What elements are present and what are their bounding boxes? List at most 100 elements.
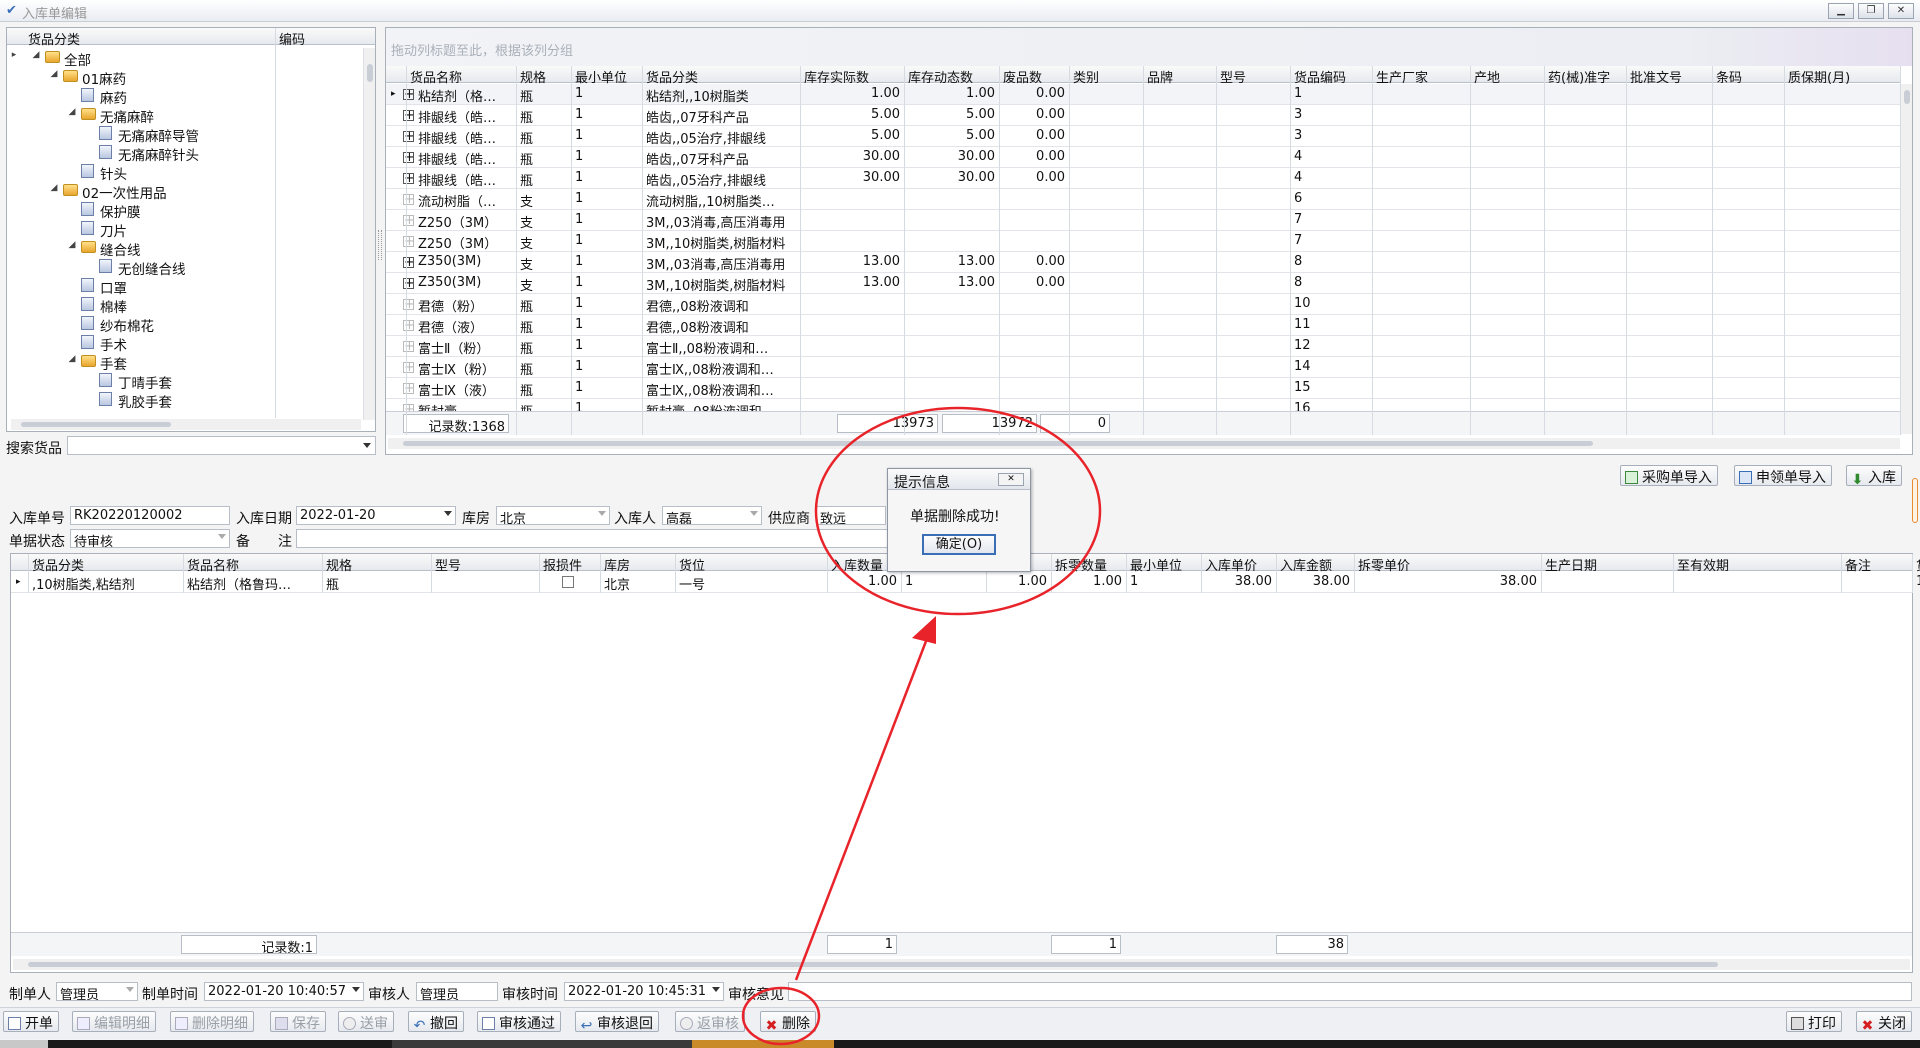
tree-expand-icon[interactable]: ◢ [67,354,77,364]
goods-sum-dynamic: 13972 [942,414,1037,433]
category-icon [81,88,94,102]
audit-opinion-field[interactable] [788,982,1912,1001]
tree-expand-icon[interactable]: ◢ [49,69,59,79]
table-cell: 1 [575,107,584,122]
minimize-button[interactable]: ▁ [1828,3,1854,19]
expand-icon[interactable]: + [403,320,414,331]
order-no-field[interactable]: RK20220120002 [70,506,230,525]
detail-col-header[interactable]: 货品编码 [1916,555,1920,574]
tree-item[interactable]: ◢ 02一次性用品 [7,181,363,202]
auditor-field[interactable]: 管理员 [416,982,498,1001]
status-field[interactable]: 待审核 [70,529,230,548]
maker-field[interactable]: 管理员 [56,982,138,1001]
restore-button[interactable]: ❐ [1858,3,1884,19]
tree-expand-icon[interactable]: ◢ [31,50,41,60]
close-window-button[interactable]: ✕ [1888,3,1914,19]
expand-icon[interactable]: + [403,131,414,142]
table-cell: 支 [520,237,534,252]
delete-detail-button[interactable]: 删除明细 [170,1011,254,1032]
expand-icon[interactable]: + [403,236,414,247]
warehouse-select[interactable]: 北京 [496,506,610,525]
remark-field[interactable] [296,529,888,548]
withdraw-button[interactable]: ↶ 撤回 [408,1011,464,1034]
table-cell: 1 [575,86,584,101]
table-cell: 君德,,08粉液调和 [646,321,749,336]
table-cell: 排龈线（皓… [418,132,497,147]
edit-detail-button[interactable]: 编辑明细 [72,1011,156,1032]
search-dropdown-icon[interactable] [363,443,371,448]
date-field[interactable]: 2022-01-20 [296,506,456,525]
tree-expand-icon[interactable]: ◢ [49,183,59,193]
dialog-close-icon[interactable]: ✕ [998,473,1024,486]
tree-item[interactable]: ◢ 手套 [7,352,363,373]
expand-icon[interactable]: + [403,110,414,121]
approve-button[interactable]: 审核通过 [477,1011,561,1032]
tree-item[interactable]: ◢ 无痛麻醉 [7,105,363,126]
dialog-ok-button[interactable]: 确定(O) [922,534,996,555]
new-order-button[interactable]: 开单 [3,1011,59,1032]
goods-grid-hscroll[interactable] [388,438,1900,449]
expand-icon[interactable]: + [403,194,414,205]
table-cell: 13.00 [862,275,900,290]
tree-item[interactable]: 口罩 [7,276,363,297]
tree-item[interactable]: 麻药 [7,86,363,107]
expand-icon[interactable]: + [403,257,414,268]
expand-icon[interactable]: + [403,362,414,373]
make-time-field[interactable]: 2022-01-20 10:40:57 [204,982,364,1001]
tree-item[interactable]: 乳胶手套 [7,390,363,411]
tree-item[interactable]: 无创缝合线 [7,257,363,278]
tree-item[interactable]: 无痛麻醉针头 [7,143,363,164]
expand-icon[interactable]: + [403,173,414,184]
tree-item[interactable]: ▸ ◢ 全部 [7,48,363,69]
table-cell: 4 [1294,170,1303,185]
group-panel[interactable]: 拖动列标题至此，根据该列分组 [386,28,1912,66]
tree-expand-icon[interactable]: ◢ [67,240,77,250]
expand-icon[interactable]: + [403,278,414,289]
side-splitter[interactable] [1912,478,1918,523]
table-cell: 一号 [679,578,706,593]
tree-expand-icon[interactable]: ◢ [67,107,77,117]
reject-button[interactable]: ↩ 审核退回 [575,1011,659,1033]
table-cell: 富士Ⅸ,,08粉液调和… [646,363,774,378]
tree-item[interactable]: ◢ 缝合线 [7,238,363,259]
expand-icon[interactable]: + [403,152,414,163]
table-row[interactable]: ▸ ,10树脂类,粘结剂 粘结剂（格鲁玛… 瓶北京 一号 1.00 1 1.00 1.00 1 38… [11,572,1920,593]
warehouse-label: 库房 [462,511,490,527]
tree-item[interactable]: 保护膜 [7,200,363,221]
table-cell: 1.00 [966,86,995,101]
expand-icon[interactable]: + [403,215,414,226]
supplier-select[interactable]: 致远 [816,506,886,525]
detail-grid-hscroll[interactable] [13,959,1910,970]
print-button[interactable]: 打印 [1786,1011,1842,1032]
search-input[interactable] [67,436,376,455]
requisition-import-button[interactable]: 申领单导入 [1734,465,1832,486]
goods-grid-vscroll[interactable] [1900,84,1912,434]
table-cell: 38.00 [1312,574,1350,589]
expand-icon[interactable]: + [403,299,414,310]
tree-item[interactable]: 纱布棉花 [7,314,363,335]
table-cell: Z250（3M） [418,216,498,231]
tree-item[interactable]: 丁晴手套 [7,371,363,392]
expand-icon[interactable]: + [403,383,414,394]
reaudit-button[interactable]: 返审核 [675,1011,745,1032]
delete-order-button[interactable]: ✖ 删除 [760,1011,816,1033]
close-button[interactable]: ✖ 关闭 [1856,1011,1912,1033]
save-button[interactable]: 保存 [270,1011,326,1032]
tree-item[interactable]: 棉棒 [7,295,363,316]
undo-icon: ↶ [413,1018,426,1034]
submit-button[interactable]: 送审 [338,1011,394,1032]
stock-in-button[interactable]: ⬇ 入库 [1846,465,1902,487]
tree-item[interactable]: 针头 [7,162,363,183]
tree-item[interactable]: 手术 [7,333,363,354]
person-select[interactable]: 高磊 [662,506,762,525]
tree-item[interactable]: 无痛麻醉导管 [7,124,363,145]
tree-vscroll[interactable] [363,48,375,420]
expand-icon[interactable]: + [403,341,414,352]
tree-hscroll[interactable] [11,419,361,430]
tree-item[interactable]: ◢ 01麻药 [7,67,363,88]
expand-icon[interactable]: + [403,89,414,100]
purchase-import-button[interactable]: 采购单导入 [1620,465,1718,486]
audit-time-field[interactable]: 2022-01-20 10:45:31 [564,982,724,1001]
tree-item[interactable]: 刀片 [7,219,363,240]
damage-checkbox[interactable] [562,576,574,588]
